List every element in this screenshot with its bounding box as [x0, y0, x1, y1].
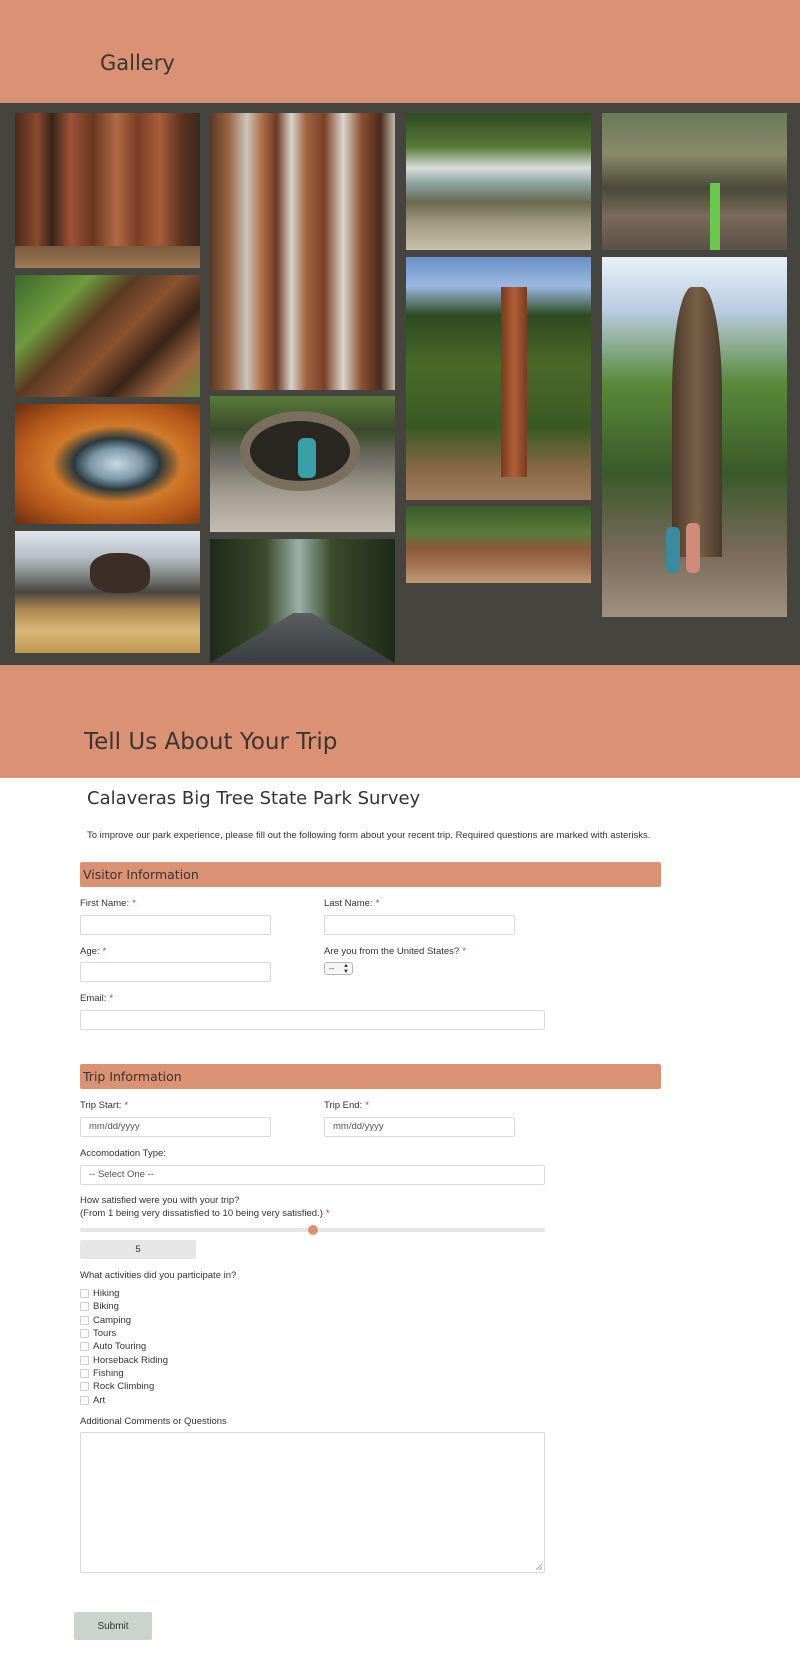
checkbox-icon[interactable]: [80, 1316, 89, 1325]
last-name-field[interactable]: [324, 915, 515, 935]
first-name-label: First Name: *: [80, 898, 136, 909]
required-marker: *: [462, 946, 466, 957]
age-field[interactable]: [80, 962, 271, 982]
resize-grip-icon[interactable]: [536, 1564, 542, 1570]
river-rocks-photo[interactable]: [406, 113, 591, 250]
trip-information-header: Trip Information: [80, 1064, 661, 1089]
activity-tours[interactable]: Tours: [80, 1328, 116, 1340]
trip-end-label: Trip End: *: [324, 1100, 369, 1111]
required-marker: *: [375, 898, 380, 909]
person-in-hollow-log-photo[interactable]: [210, 396, 395, 532]
activities-label: What activities did you participate in?: [80, 1270, 237, 1281]
required-marker: *: [132, 898, 136, 909]
couple-under-giant-tree-photo[interactable]: [602, 257, 787, 617]
activity-horseback-riding[interactable]: Horseback Riding: [80, 1355, 168, 1367]
comments-textarea[interactable]: [80, 1432, 545, 1573]
first-name-field[interactable]: [80, 915, 271, 935]
survey-title: Calaveras Big Tree State Park Survey: [87, 788, 421, 809]
required-marker: *: [325, 1208, 330, 1219]
checkbox-icon[interactable]: [80, 1396, 89, 1405]
activity-rock-climbing[interactable]: Rock Climbing: [80, 1381, 154, 1393]
checkbox-icon[interactable]: [80, 1329, 89, 1338]
submit-button[interactable]: Submit: [74, 1612, 152, 1640]
us-resident-select[interactable]: -- ▲ ▼: [324, 962, 353, 975]
select-arrows-icon: ▲ ▼: [343, 963, 349, 975]
trip-header: Tell Us About Your Trip: [0, 665, 800, 778]
visitor-information-title: Visitor Information: [83, 867, 199, 882]
last-name-label: Last Name: *: [324, 898, 380, 909]
trip-end-date-field[interactable]: mm/dd/yyyy: [324, 1117, 515, 1137]
trip-start-date-field[interactable]: mm/dd/yyyy: [80, 1117, 271, 1137]
activity-fishing[interactable]: Fishing: [80, 1368, 124, 1380]
required-marker: *: [102, 946, 107, 957]
email-field[interactable]: [80, 1010, 545, 1030]
us-resident-selected-value: --: [329, 964, 335, 973]
dog-in-mountain-lake-photo[interactable]: [15, 531, 200, 653]
checkbox-icon[interactable]: [80, 1356, 89, 1365]
hollow-tree-tunnel-photo[interactable]: [15, 275, 200, 397]
checkbox-icon[interactable]: [80, 1342, 89, 1351]
activity-hiking[interactable]: Hiking: [80, 1288, 119, 1300]
satisfaction-value-display: 5: [80, 1240, 196, 1259]
activity-biking[interactable]: Biking: [80, 1301, 119, 1313]
tall-sequoia-forest-photo[interactable]: [406, 257, 591, 500]
activity-camping[interactable]: Camping: [80, 1315, 131, 1327]
tent-interior-view-photo[interactable]: [15, 404, 200, 524]
trip-header-title: Tell Us About Your Trip: [84, 729, 338, 755]
email-label: Email: *: [80, 993, 114, 1004]
satisfaction-slider-handle[interactable]: [308, 1225, 318, 1235]
age-label: Age: *: [80, 946, 107, 957]
us-resident-label: Are you from the United States? *: [324, 946, 466, 957]
trip-information-title: Trip Information: [83, 1069, 182, 1084]
giant-sequoia-trunks-photo[interactable]: [15, 113, 200, 268]
survey-intro: To improve our park experience, please f…: [87, 830, 651, 841]
required-marker: *: [124, 1100, 129, 1111]
checkbox-icon[interactable]: [80, 1369, 89, 1378]
activity-art[interactable]: Art: [80, 1395, 105, 1407]
satisfaction-label-line1: How satisfied were you with your trip?: [80, 1195, 240, 1206]
accommodation-type-select[interactable]: -- Select One --: [80, 1165, 545, 1185]
gallery-header: Gallery: [0, 0, 800, 103]
gallery-title: Gallery: [100, 51, 175, 75]
checkbox-icon[interactable]: [80, 1302, 89, 1311]
checkbox-icon[interactable]: [80, 1289, 89, 1298]
forest-road-photo[interactable]: [210, 539, 395, 663]
trip-start-label: Trip Start: *: [80, 1100, 129, 1111]
photo-gallery: [0, 103, 800, 665]
required-marker: *: [365, 1100, 369, 1111]
accommodation-type-label: Accomodation Type:: [80, 1148, 166, 1159]
visitor-information-header: Visitor Information: [80, 862, 661, 887]
activity-auto-touring[interactable]: Auto Touring: [80, 1341, 146, 1353]
mountain-bike-trail-photo[interactable]: [602, 113, 787, 250]
tree-roots-photo[interactable]: [406, 506, 591, 583]
satisfaction-label-line2: (From 1 being very dissatisfied to 10 be…: [80, 1208, 330, 1219]
checkbox-icon[interactable]: [80, 1382, 89, 1391]
required-marker: *: [109, 993, 114, 1004]
comments-label: Additional Comments or Questions: [80, 1416, 227, 1427]
foggy-redwoods-photo[interactable]: [210, 113, 395, 390]
